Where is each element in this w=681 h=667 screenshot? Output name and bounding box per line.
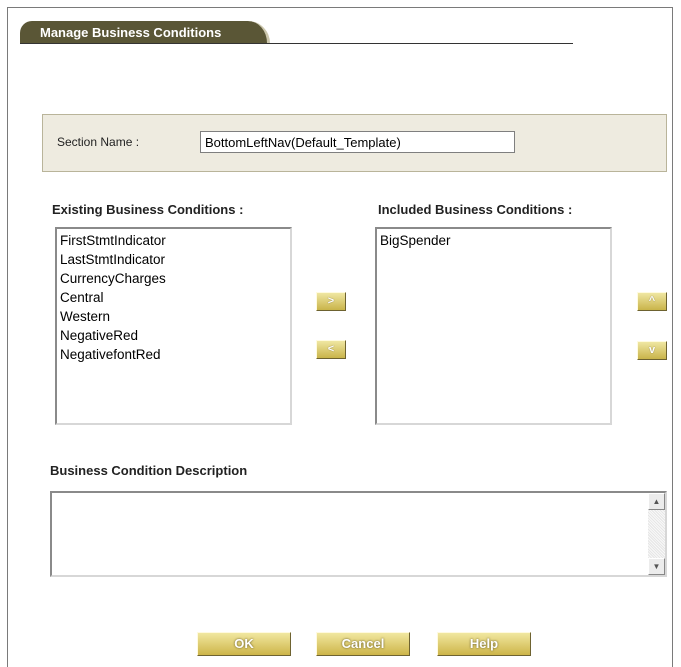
tab-manage-business-conditions[interactable]: Manage Business Conditions: [20, 21, 270, 44]
description-heading: Business Condition Description: [50, 463, 248, 478]
move-down-button[interactable]: v: [637, 341, 667, 360]
list-item[interactable]: LastStmtIndicator: [60, 250, 287, 269]
list-item[interactable]: NegativeRed: [60, 326, 287, 345]
tab-title: Manage Business Conditions: [40, 25, 222, 40]
tab-underline: [20, 43, 573, 44]
list-item[interactable]: FirstStmtIndicator: [60, 231, 287, 250]
scroll-up-glyph: ▲: [652, 497, 661, 506]
cancel-button[interactable]: Cancel: [316, 632, 410, 656]
section-name-input[interactable]: [200, 131, 515, 153]
existing-conditions-heading: Existing Business Conditions :: [52, 202, 244, 217]
list-item[interactable]: BigSpender: [380, 231, 607, 250]
list-item[interactable]: NegativefontRed: [60, 345, 287, 364]
scroll-down-glyph: ▼: [652, 562, 661, 571]
description-scrollbar[interactable]: ▲ ▼: [648, 493, 665, 575]
remove-condition-label: <: [327, 343, 335, 355]
list-item[interactable]: Western: [60, 307, 287, 326]
move-up-label: ^: [648, 295, 656, 307]
move-down-label: v: [648, 344, 656, 356]
list-item[interactable]: CurrencyCharges: [60, 269, 287, 288]
add-condition-button[interactable]: >: [316, 292, 346, 311]
included-conditions-heading: Included Business Conditions :: [378, 202, 573, 217]
cancel-label: Cancel: [341, 636, 385, 651]
move-up-button[interactable]: ^: [637, 292, 667, 311]
scroll-up-icon[interactable]: ▲: [648, 493, 665, 510]
included-conditions-list[interactable]: BigSpender: [375, 227, 612, 425]
help-label: Help: [469, 636, 499, 651]
list-item[interactable]: Central: [60, 288, 287, 307]
section-name-panel: Section Name :: [42, 114, 667, 172]
existing-conditions-list[interactable]: FirstStmtIndicator LastStmtIndicator Cur…: [55, 227, 292, 425]
add-condition-label: >: [327, 295, 335, 307]
description-textarea[interactable]: ▲ ▼: [50, 491, 667, 577]
scroll-down-icon[interactable]: ▼: [648, 558, 665, 575]
ok-label: OK: [234, 636, 254, 651]
section-name-label: Section Name :: [57, 135, 140, 149]
ok-button[interactable]: OK: [197, 632, 291, 656]
help-button[interactable]: Help: [437, 632, 531, 656]
remove-condition-button[interactable]: <: [316, 340, 346, 359]
